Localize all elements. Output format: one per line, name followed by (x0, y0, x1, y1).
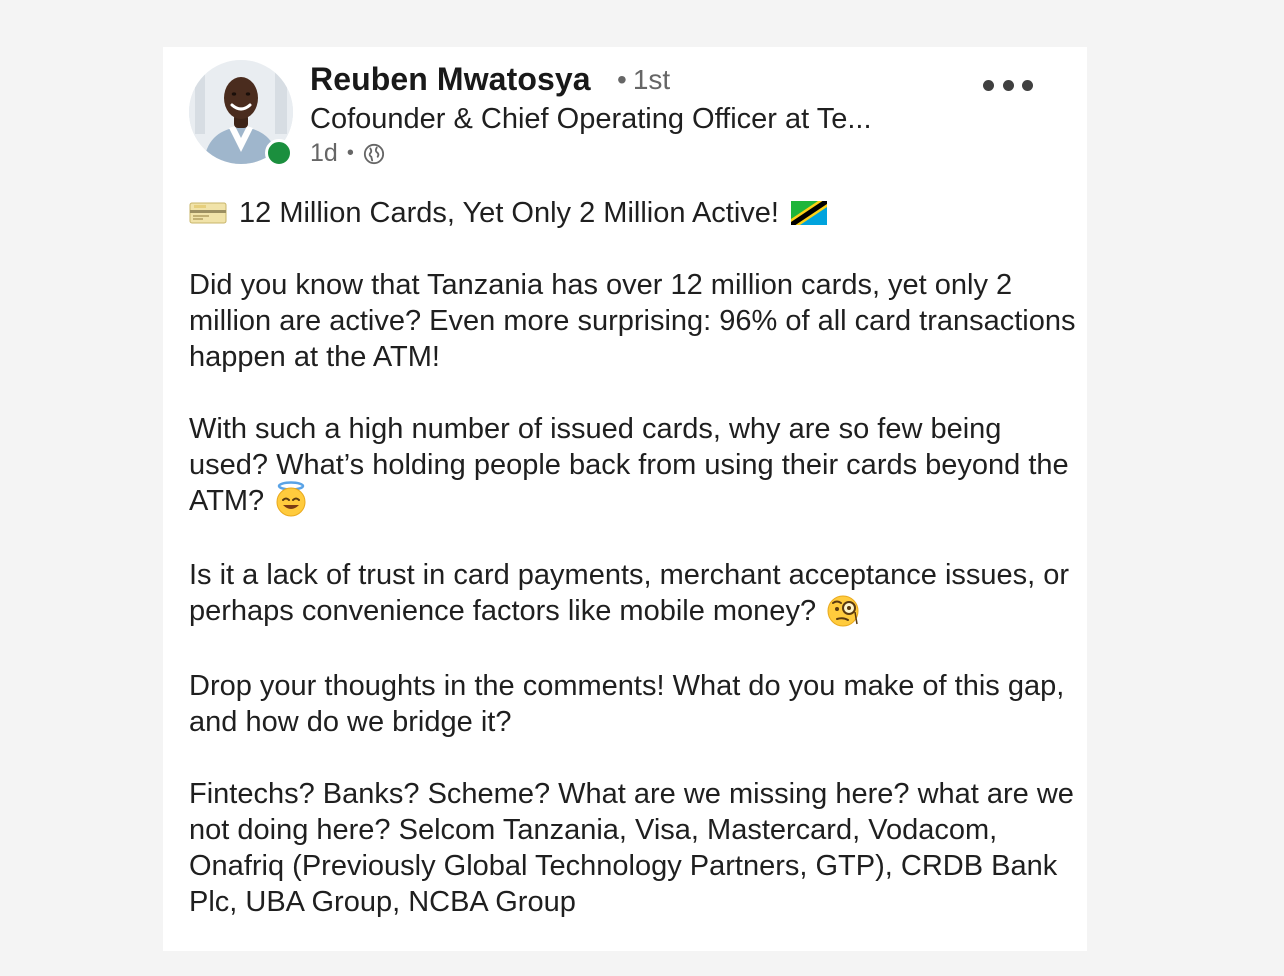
globe-icon (363, 143, 384, 164)
post-paragraph-text: Is it a lack of trust in card payments, … (189, 559, 1070, 628)
more-options-dot (983, 79, 994, 91)
tanzania-flag-icon (790, 201, 827, 225)
post-body: 12 Million Cards, Yet Only 2 Million Act… (189, 195, 1084, 956)
more-options-icon[interactable] (983, 73, 1033, 97)
post-paragraph: With such a high number of issued cards,… (189, 411, 1084, 521)
author-headline: Cofounder & Chief Operating Officer at T… (310, 103, 872, 135)
connection-degree-label: 1st (632, 64, 671, 95)
post-paragraph: Did you know that Tanzania has over 12 m… (189, 269, 1076, 373)
post-paragraph: Fintechs? Banks? Scheme? What are we mis… (189, 777, 1074, 918)
face-with-monocle-icon (827, 595, 859, 627)
posted-time: 1d (310, 139, 338, 167)
post-meta: 1d • (310, 139, 385, 168)
connection-degree: • 1st (617, 64, 670, 96)
post-card: Reuben Mwatosya • 1st Cofounder & Chief O… (163, 47, 1087, 951)
post-title-text: 12 Million Cards, Yet Only 2 Million Act… (239, 197, 779, 229)
more-options-dot (1002, 79, 1014, 91)
author-name[interactable]: Reuben Mwatosya (310, 61, 591, 98)
credit-card-icon (189, 202, 227, 224)
post-paragraph: Drop your thoughts in the comments! What… (189, 669, 1065, 738)
post-paragraph-text: With such a high number of issued cards,… (189, 413, 1069, 517)
more-options-dot (1022, 79, 1033, 91)
smiling-face-with-halo-icon (276, 481, 306, 517)
post-paragraph: Is it a lack of trust in card payments, … (189, 557, 1084, 631)
post-title: 12 Million Cards, Yet Only 2 Million Act… (189, 195, 1084, 231)
online-status-indicator (265, 139, 293, 167)
separator-dot: • (617, 64, 627, 95)
separator-dot: • (346, 142, 354, 164)
